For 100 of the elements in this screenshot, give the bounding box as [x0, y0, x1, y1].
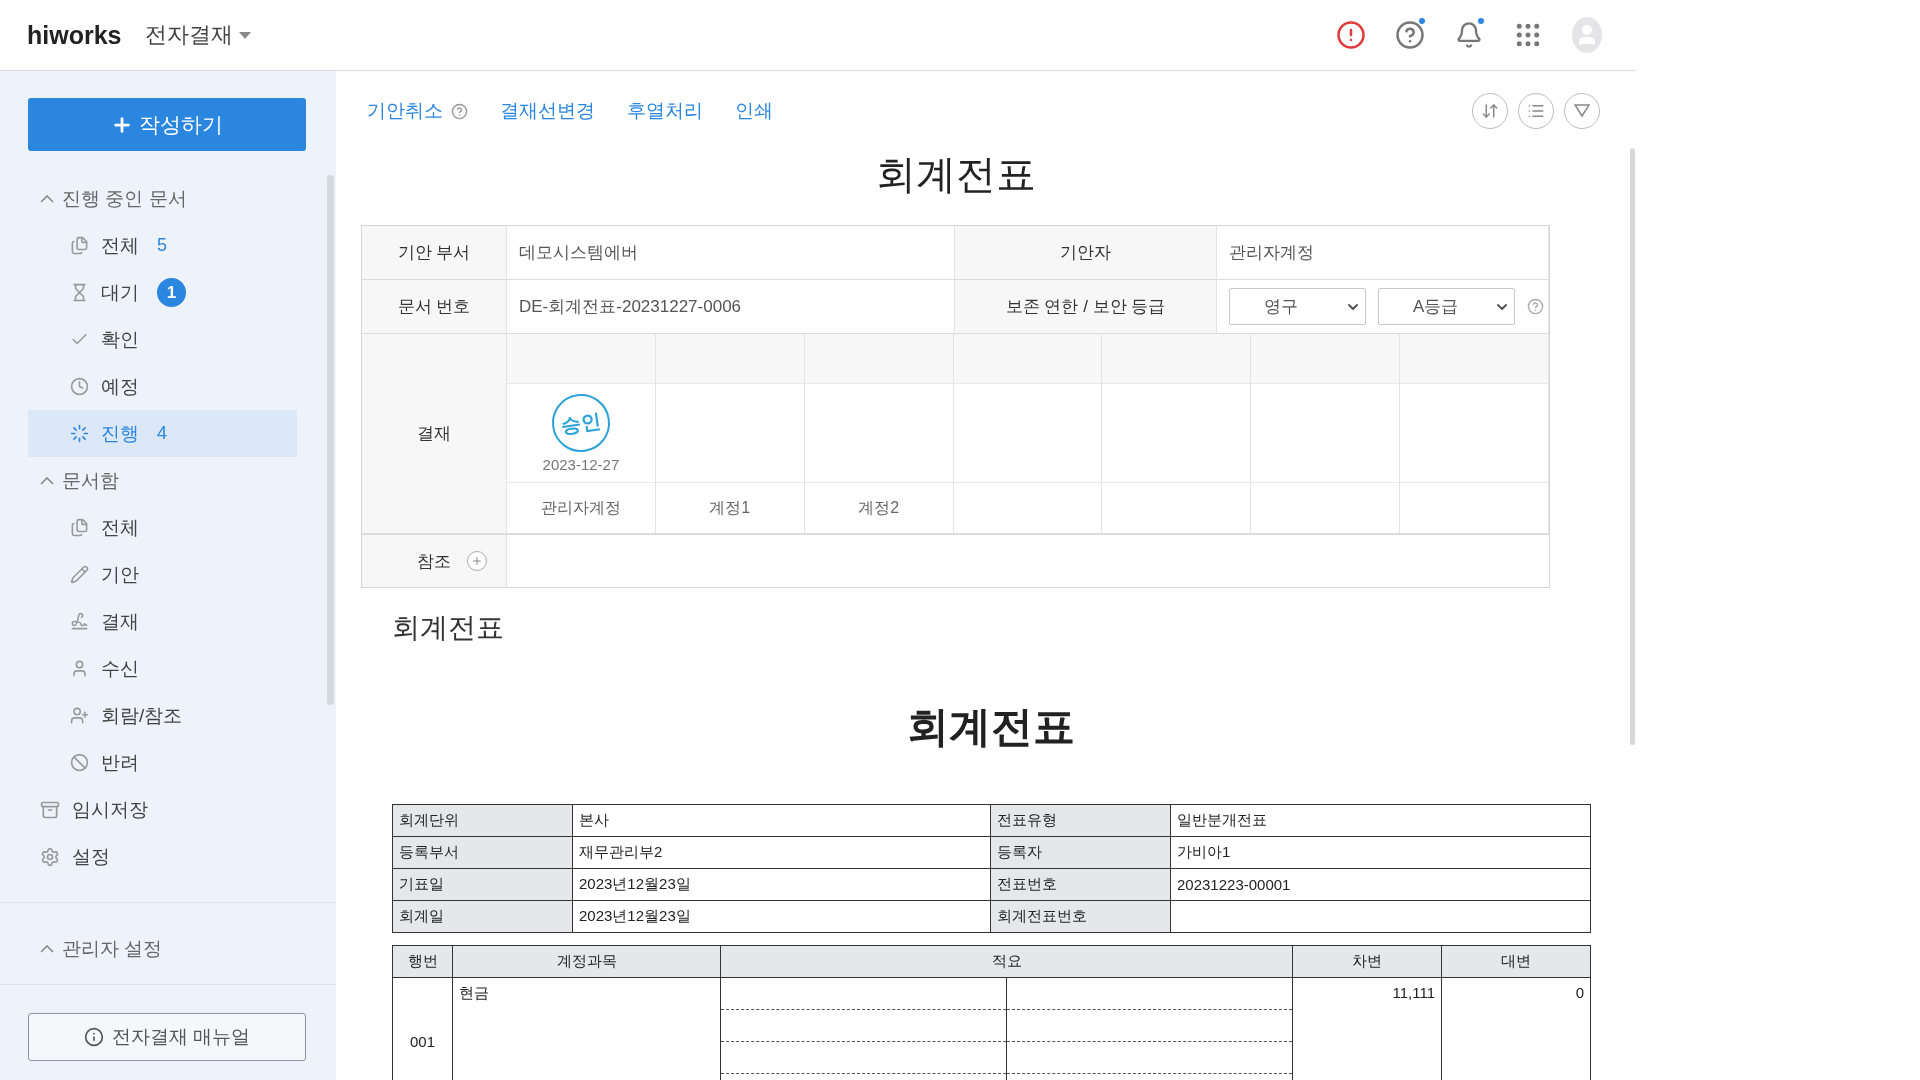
table-cell: 본사: [572, 804, 991, 837]
list-icon: [1527, 102, 1545, 120]
scrollbar[interactable]: [327, 175, 334, 705]
table-label: 문서 번호: [362, 280, 507, 333]
filter-icon: [1574, 104, 1590, 118]
header-icon-button[interactable]: [1395, 20, 1425, 50]
sort-icon: [1481, 102, 1499, 120]
pencil-icon: [70, 565, 89, 584]
section-header[interactable]: 문서함: [0, 457, 336, 504]
table-label: 등록부서: [392, 836, 573, 869]
document-title: 회계전표: [874, 151, 1037, 198]
header-icon-button[interactable]: [1336, 20, 1366, 50]
table-label: 참조: [362, 535, 507, 587]
security-select[interactable]: A등급: [1378, 288, 1515, 325]
app-menu-dropdown[interactable]: 전자결재: [145, 20, 252, 50]
filter-button[interactable]: [1564, 93, 1600, 129]
table-cell: 001: [392, 977, 453, 1080]
caret-icon: [239, 31, 252, 39]
documents-icon: [70, 236, 89, 255]
approver-name: 관리자계정: [540, 497, 621, 518]
signature-icon: [70, 612, 89, 631]
table-label: 회계단위: [392, 804, 573, 837]
header-icon-button[interactable]: [1454, 20, 1484, 50]
sidebar-item[interactable]: 전체: [28, 504, 297, 551]
table-cell: 20231223-00001: [1170, 868, 1591, 901]
column-header: 행번: [392, 945, 453, 978]
table-label: 기안 부서: [362, 226, 507, 279]
help-icon: [1527, 298, 1544, 315]
sidebar-item[interactable]: 예정: [28, 363, 297, 410]
toolbar-link[interactable]: 결재선변경: [500, 98, 595, 124]
item-count: 5: [157, 235, 167, 256]
bell-icon: [1455, 21, 1483, 49]
section-title: 회계전표: [392, 611, 505, 645]
table-cell: 2023년12월23일: [572, 868, 991, 901]
caret-icon: [40, 944, 54, 953]
caret-icon: [40, 476, 54, 485]
table-cell: 관리자계정: [1217, 226, 1549, 279]
approval-date: 2023-12-27: [542, 455, 620, 473]
table-label: 회계전표번호: [990, 900, 1171, 933]
count-badge: 1: [157, 278, 186, 307]
retention-select[interactable]: 영구: [1229, 288, 1366, 325]
manual-button[interactable]: 전자결재 매뉴얼: [28, 1013, 306, 1061]
item-count: 4: [157, 423, 167, 444]
table-cell: 재무관리부2: [572, 836, 991, 869]
table-label: 전표번호: [990, 868, 1171, 901]
sidebar-item[interactable]: 결재: [28, 598, 297, 645]
column-header: 대변: [1441, 945, 1591, 978]
section-header[interactable]: 진행 중인 문서: [0, 175, 336, 222]
table-label: 기표일: [392, 868, 573, 901]
info-icon: [83, 1027, 104, 1047]
table-label: 전표유형: [990, 804, 1171, 837]
gear-icon: [40, 846, 60, 867]
column-header: 적요: [720, 945, 1293, 978]
help-icon: [451, 102, 468, 120]
column-header: 차변: [1292, 945, 1442, 978]
table-label: 결재: [362, 334, 507, 533]
toolbar-link[interactable]: 인쇄: [735, 98, 773, 124]
table-label: 기안자: [955, 226, 1217, 279]
sidebar-item[interactable]: 확인: [28, 316, 297, 363]
plus-icon: [471, 555, 483, 567]
avatar-icon: [1572, 17, 1602, 53]
approver-name: 계정1: [709, 497, 751, 518]
approver-name: 계정2: [858, 497, 900, 518]
section-header[interactable]: 관리자 설정: [0, 925, 336, 972]
alert-icon: [1336, 20, 1366, 50]
documents-icon: [70, 518, 89, 537]
spinner-icon: [70, 424, 89, 443]
sidebar-item[interactable]: 전체 5: [28, 222, 297, 269]
form-title: 회계전표: [906, 702, 1076, 752]
table-cell: 가비아1: [1170, 836, 1591, 869]
hourglass-icon: [70, 283, 89, 302]
notification-dot: [1478, 18, 1484, 24]
sort-button[interactable]: [1472, 93, 1508, 129]
column-header: 계정과목: [452, 945, 721, 978]
toolbar-link[interactable]: 기안취소: [367, 98, 468, 124]
clock-icon: [70, 377, 89, 396]
write-button[interactable]: 작성하기: [28, 98, 306, 151]
toolbar-link[interactable]: 후열처리: [627, 98, 703, 124]
user-icon: [70, 659, 89, 678]
sidebar-item[interactable]: 설정: [28, 833, 297, 880]
caret-icon: [40, 194, 54, 203]
archive-icon: [40, 799, 60, 820]
help-icon: [1395, 20, 1425, 50]
sidebar-item[interactable]: 기안: [28, 551, 297, 598]
sidebar-item[interactable]: 대기 1: [28, 269, 297, 316]
table-cell: 일반분개전표: [1170, 804, 1591, 837]
table-label: 등록자: [990, 836, 1171, 869]
user-plus-icon: [70, 706, 89, 725]
notification-dot: [1419, 18, 1425, 24]
list-button[interactable]: [1518, 93, 1554, 129]
scrollbar[interactable]: [1630, 148, 1635, 745]
ban-icon: [70, 753, 89, 772]
sidebar-item[interactable]: 회람/참조: [28, 692, 297, 739]
sidebar-item[interactable]: 임시저장: [28, 786, 297, 833]
logo[interactable]: hiworks: [27, 20, 122, 50]
table-label: 보존 연한 / 보안 등급: [955, 280, 1217, 333]
table-cell: 2023년12월23일: [572, 900, 991, 933]
table-label: 회계일: [392, 900, 573, 933]
sidebar-item[interactable]: 반려: [28, 739, 297, 786]
sidebar-item[interactable]: 수신: [28, 645, 297, 692]
